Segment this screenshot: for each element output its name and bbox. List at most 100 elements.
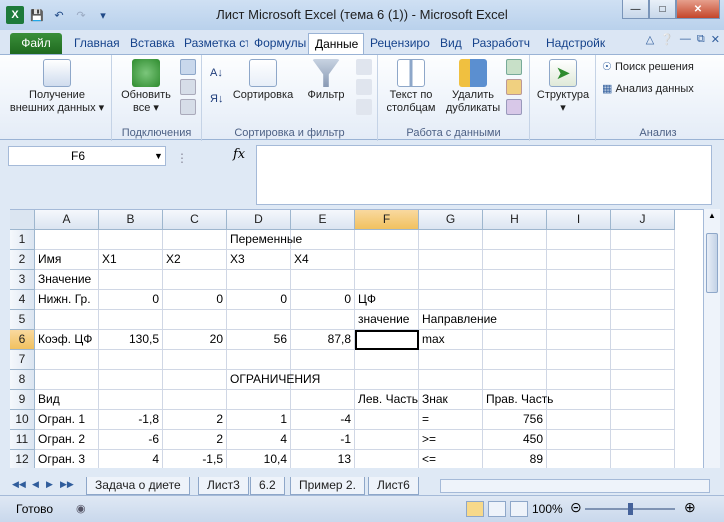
data-analysis-button[interactable]: ▦ Анализ данных [602, 83, 718, 96]
cell-H6[interactable] [483, 330, 547, 350]
cell-B5[interactable] [99, 310, 163, 330]
get-external-data-button[interactable]: Получение внешних данных ▾ [8, 59, 106, 115]
cell-C5[interactable] [163, 310, 227, 330]
cell-A10[interactable]: Огран. 1 [35, 410, 99, 430]
cell-G9[interactable]: Знак [419, 390, 483, 410]
cell-F1[interactable] [355, 230, 419, 250]
cell-A4[interactable]: Нижн. Гр. [35, 290, 99, 310]
cell-I8[interactable] [547, 370, 611, 390]
zoom-out-icon[interactable]: ⊝ [570, 499, 582, 516]
sheet-tab[interactable]: 6.2 [250, 477, 285, 495]
tab-review[interactable]: Рецензиро [364, 33, 432, 54]
page-layout-view-button[interactable] [488, 501, 506, 517]
select-all-corner[interactable] [10, 210, 35, 230]
cell-G7[interactable] [419, 350, 483, 370]
column-header[interactable]: H [483, 210, 547, 230]
cell-G5[interactable]: Направление [419, 310, 497, 330]
minimize-ribbon-icon[interactable]: △ [646, 33, 654, 46]
cell-C10[interactable]: 2 [163, 410, 227, 430]
cell-J2[interactable] [611, 250, 675, 270]
cell-B10[interactable]: -1,8 [99, 410, 163, 430]
cell-H5[interactable] [483, 310, 547, 330]
cell-H12[interactable]: 89 [483, 450, 547, 468]
cell-D4[interactable]: 0 [227, 290, 291, 310]
cell-B7[interactable] [99, 350, 163, 370]
cell-I10[interactable] [547, 410, 611, 430]
data-validation-icon[interactable] [506, 59, 522, 75]
row-header[interactable]: 2 [10, 250, 35, 270]
cell-I7[interactable] [547, 350, 611, 370]
scroll-thumb[interactable] [706, 233, 718, 293]
cell-D6[interactable]: 56 [227, 330, 291, 350]
cell-I11[interactable] [547, 430, 611, 450]
cell-I2[interactable] [547, 250, 611, 270]
cell-G11[interactable]: >= [419, 430, 483, 450]
column-header[interactable]: F [355, 210, 419, 230]
cell-I1[interactable] [547, 230, 611, 250]
doc-minimize-icon[interactable]: — [680, 33, 691, 46]
cell-F2[interactable] [355, 250, 419, 270]
tab-insert[interactable]: Вставка [124, 33, 176, 54]
cell-F8[interactable] [355, 370, 419, 390]
insert-function-icon[interactable]: fx [233, 147, 245, 162]
cell-C2[interactable]: X2 [163, 250, 227, 270]
cell-A7[interactable] [35, 350, 99, 370]
cell-J11[interactable] [611, 430, 675, 450]
column-header[interactable]: E [291, 210, 355, 230]
cell-J8[interactable] [611, 370, 675, 390]
column-header[interactable]: C [163, 210, 227, 230]
column-header[interactable]: D [227, 210, 291, 230]
properties-icon[interactable] [180, 79, 196, 95]
cell-E1[interactable] [291, 230, 355, 250]
sheet-tab[interactable]: Пример 2. [290, 477, 365, 495]
doc-restore-icon[interactable]: ⧉ [697, 33, 705, 46]
row-header[interactable]: 8 [10, 370, 35, 390]
cell-B11[interactable]: -6 [99, 430, 163, 450]
cell-F9[interactable]: Лев. Часть [355, 390, 419, 410]
cell-A3[interactable]: Значение [35, 270, 99, 290]
what-if-icon[interactable] [506, 99, 522, 115]
row-header[interactable]: 11 [10, 430, 35, 450]
cell-D11[interactable]: 4 [227, 430, 291, 450]
horizontal-scrollbar[interactable] [440, 479, 710, 493]
zoom-level[interactable]: 100% [532, 502, 563, 516]
cell-G10[interactable]: = [419, 410, 483, 430]
cell-C6[interactable]: 20 [163, 330, 227, 350]
column-header[interactable]: J [611, 210, 675, 230]
cell-J10[interactable] [611, 410, 675, 430]
doc-close-icon[interactable]: ✕ [711, 33, 720, 46]
row-header[interactable]: 10 [10, 410, 35, 430]
cell-H11[interactable]: 450 [483, 430, 547, 450]
row-header[interactable]: 5 [10, 310, 35, 330]
cell-B3[interactable] [99, 270, 163, 290]
cell-E12[interactable]: 13 [291, 450, 355, 468]
cell-D2[interactable]: X3 [227, 250, 291, 270]
zoom-in-icon[interactable]: ⊕ [684, 499, 696, 516]
cell-E2[interactable]: X4 [291, 250, 355, 270]
cell-E5[interactable] [291, 310, 355, 330]
cell-F4[interactable]: ЦФ [355, 290, 419, 310]
cell-D1[interactable]: Переменные [227, 230, 302, 250]
cell-F10[interactable] [355, 410, 419, 430]
cell-H1[interactable] [483, 230, 547, 250]
tab-addins[interactable]: Надстройк [540, 33, 606, 54]
formula-input[interactable] [256, 145, 712, 205]
cell-I12[interactable] [547, 450, 611, 468]
cell-A12[interactable]: Огран. 3 [35, 450, 99, 468]
cell-C1[interactable] [163, 230, 227, 250]
solver-button[interactable]: ☉ Поиск решения [602, 61, 718, 74]
cell-J3[interactable] [611, 270, 675, 290]
cell-C3[interactable] [163, 270, 227, 290]
cell-F3[interactable] [355, 270, 419, 290]
name-box[interactable]: F6 [8, 146, 166, 166]
advanced-filter-icon[interactable] [356, 99, 372, 115]
cell-H7[interactable] [483, 350, 547, 370]
cell-E11[interactable]: -1 [291, 430, 355, 450]
tab-data[interactable]: Данные [308, 33, 364, 54]
cell-G1[interactable] [419, 230, 483, 250]
remove-duplicates-button[interactable]: Удалить дубликаты [442, 59, 504, 115]
sort-button[interactable]: Сортировка [230, 59, 296, 102]
cell-C7[interactable] [163, 350, 227, 370]
cell-B4[interactable]: 0 [99, 290, 163, 310]
cell-G4[interactable] [419, 290, 483, 310]
